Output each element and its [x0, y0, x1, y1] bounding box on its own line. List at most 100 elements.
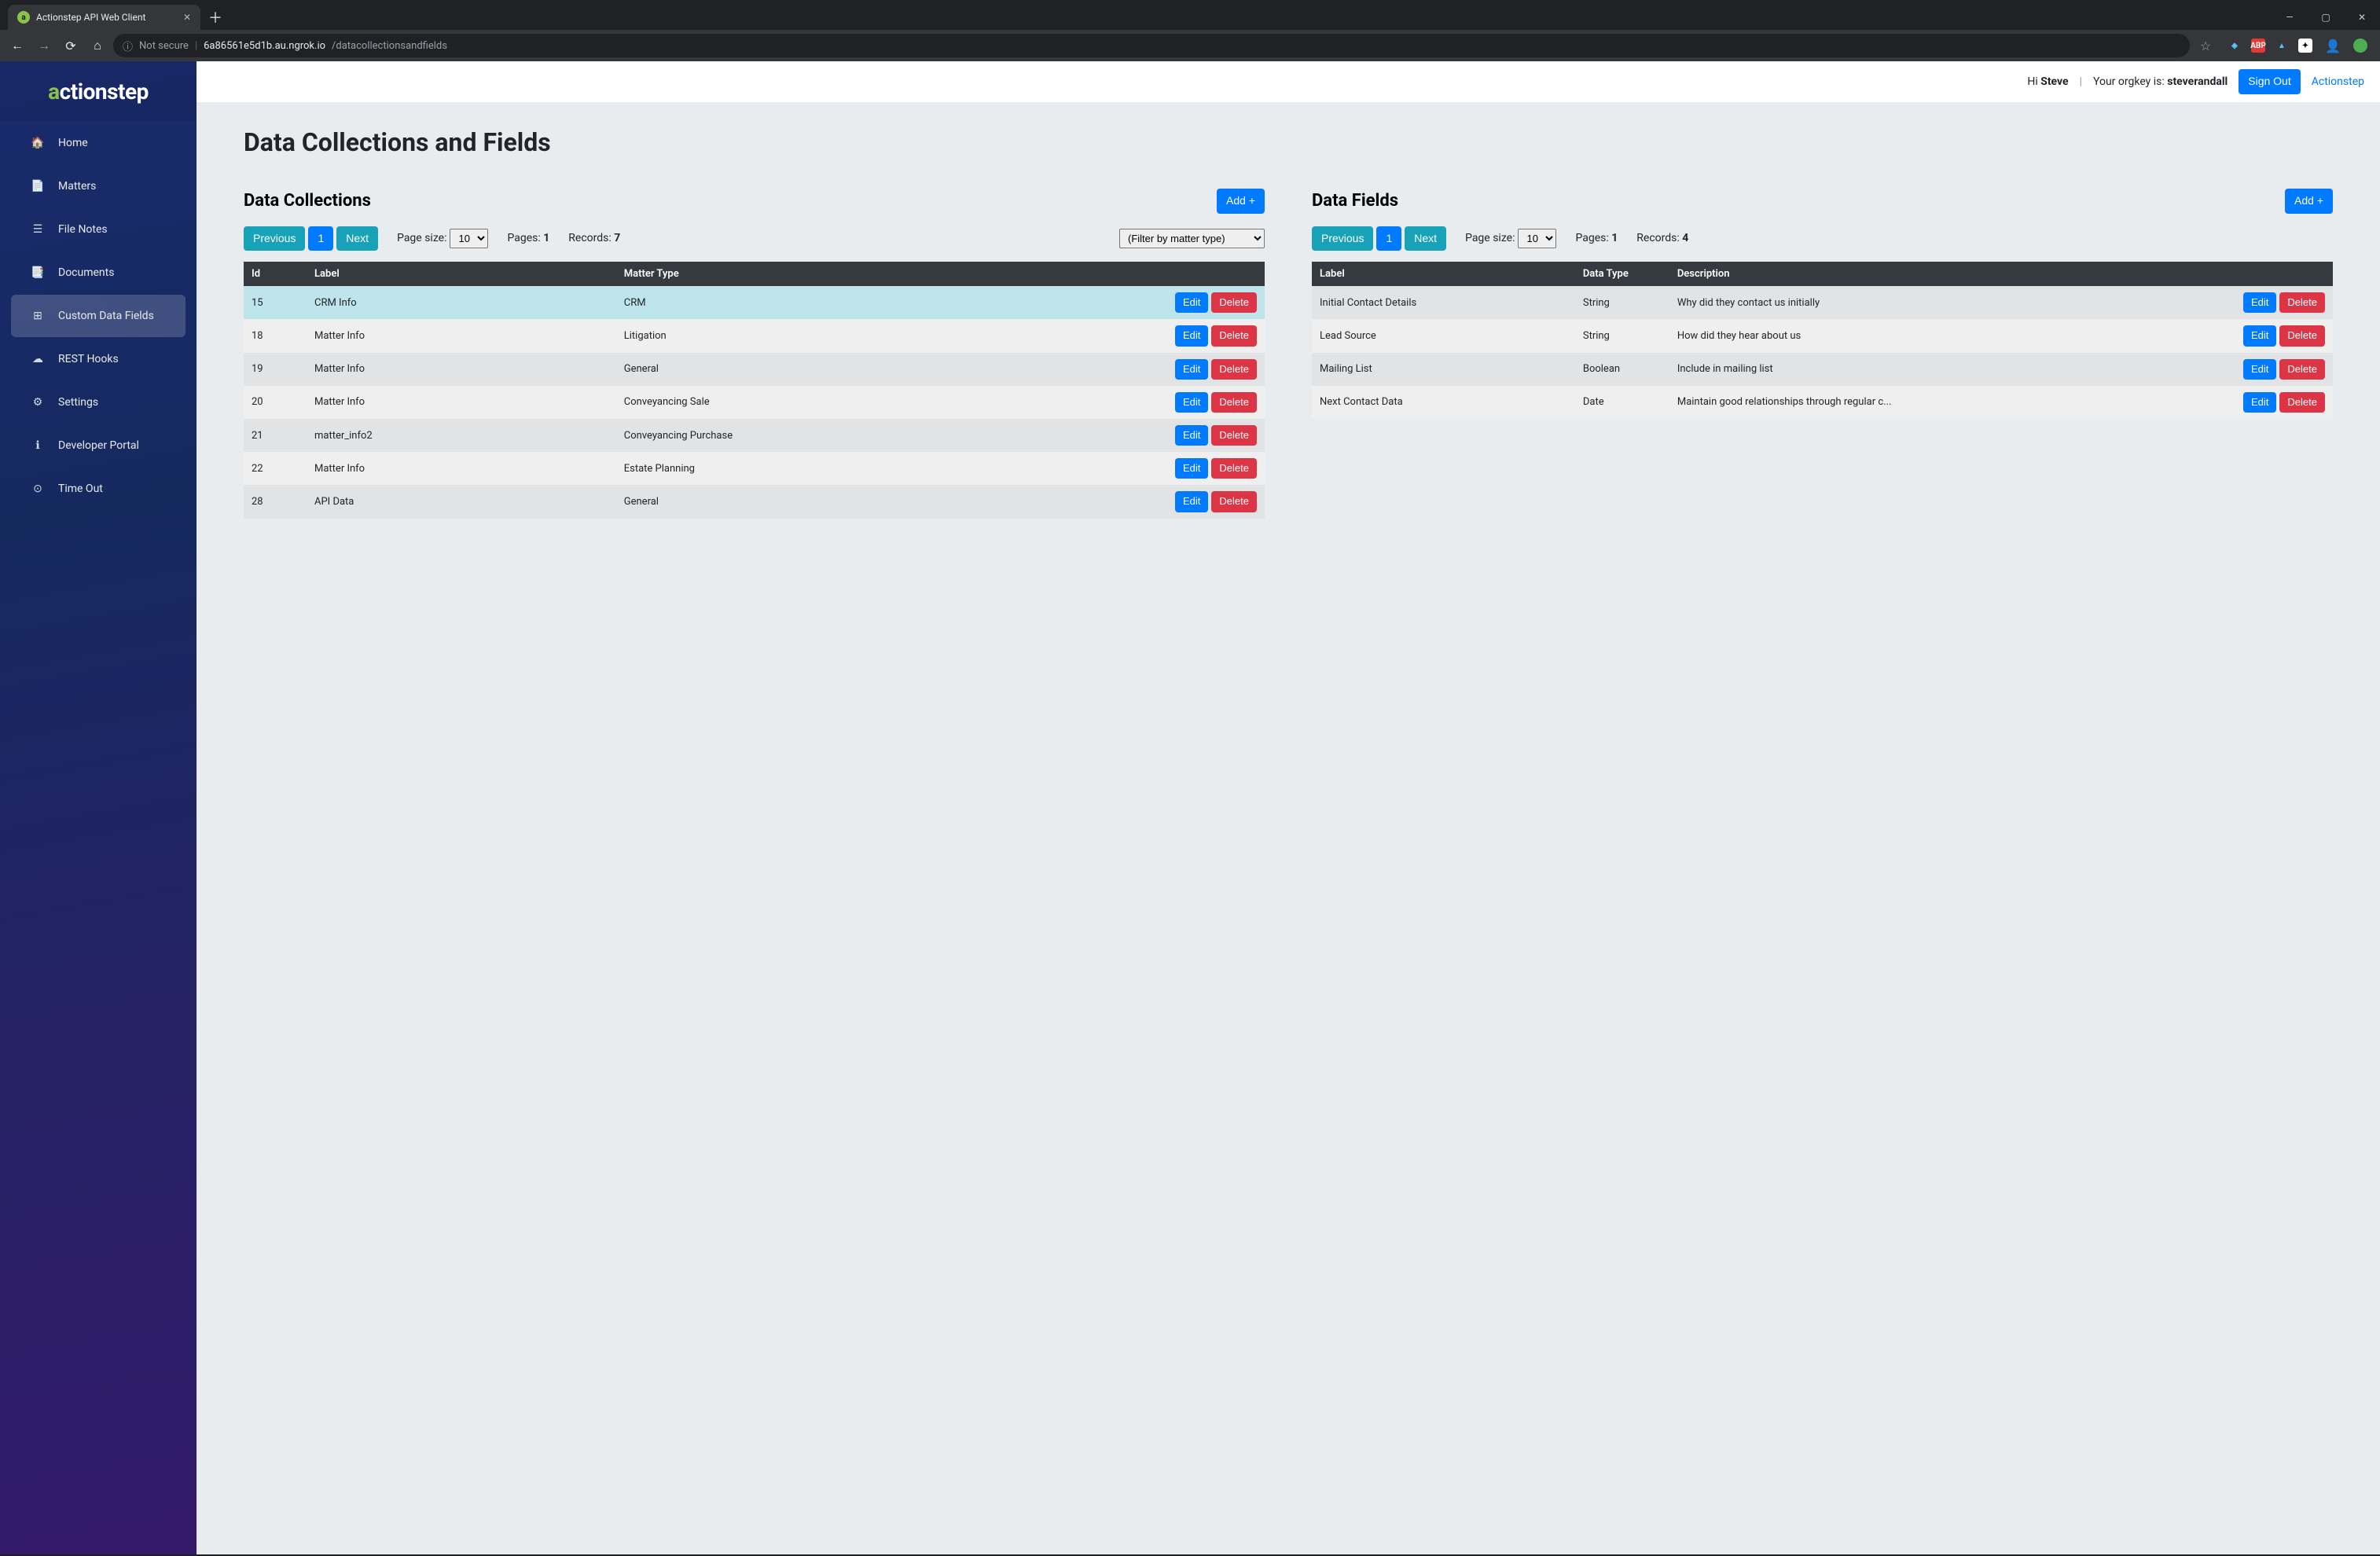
edit-button[interactable]: Edit: [2243, 292, 2276, 313]
delete-button[interactable]: Delete: [2279, 292, 2325, 313]
cell-id: 18: [244, 319, 307, 352]
table-row[interactable]: Next Contact DataDateMaintain good relat…: [1312, 386, 2333, 419]
edit-button[interactable]: Edit: [2243, 392, 2276, 413]
ext-badge-icon[interactable]: ▲: [2275, 39, 2289, 53]
delete-button[interactable]: Delete: [1211, 392, 1257, 413]
close-tab-icon[interactable]: ✕: [183, 12, 191, 23]
sidebar-item-label: File Notes: [58, 223, 108, 236]
back-button[interactable]: ←: [6, 35, 28, 57]
cell-id: 20: [244, 386, 307, 419]
minimize-button[interactable]: —: [2272, 5, 2308, 30]
collections-pagesize-select[interactable]: 10: [450, 229, 488, 248]
table-row[interactable]: Initial Contact DetailsStringWhy did the…: [1312, 286, 2333, 319]
edit-button[interactable]: Edit: [1175, 392, 1208, 413]
fields-add-button[interactable]: Add +: [2285, 189, 2333, 214]
cell-datatype: Boolean: [1575, 353, 1669, 386]
table-row[interactable]: 18Matter InfoLitigation EditDelete: [244, 319, 1265, 352]
collections-prev-button[interactable]: Previous: [244, 226, 305, 251]
sidebar-item-home[interactable]: 🏠Home: [11, 122, 185, 164]
signout-button[interactable]: Sign Out: [2239, 69, 2300, 94]
table-row[interactable]: 20Matter InfoConveyancing SaleEditDelete: [244, 386, 1265, 419]
delete-button[interactable]: Delete: [1211, 359, 1257, 380]
star-icon[interactable]: ☆: [2195, 35, 2217, 57]
ext-abp-icon[interactable]: ABP: [2251, 39, 2265, 53]
edit-button[interactable]: Edit: [1175, 458, 1208, 479]
cell-mattertype: CRM: [616, 286, 1139, 319]
browser-tab[interactable]: a Actionstep API Web Client ✕: [8, 5, 200, 30]
cell-label: Matter Info: [307, 452, 616, 485]
avatar-dot-icon[interactable]: [2353, 39, 2367, 53]
edit-button[interactable]: Edit: [1175, 292, 1208, 313]
delete-button[interactable]: Delete: [2279, 325, 2325, 346]
sidebar-item-matters[interactable]: 📄Matters: [11, 165, 185, 207]
window-controls: — ▢ ✕: [2272, 5, 2380, 30]
collections-add-button[interactable]: Add +: [1217, 189, 1265, 214]
delete-button[interactable]: Delete: [2279, 392, 2325, 413]
cell-mattertype: Conveyancing Purchase: [616, 419, 1139, 452]
sidebar-item-documents[interactable]: 📑Documents: [11, 251, 185, 294]
cell-mattertype: General: [616, 485, 1139, 518]
col-mattertype: Matter Type: [616, 262, 1139, 286]
sidebar-item-custom-data-fields[interactable]: ⊞Custom Data Fields: [11, 295, 185, 337]
cell-label: Matter Info: [307, 319, 616, 352]
collections-next-button[interactable]: Next: [336, 226, 378, 251]
cell-description: Why did they contact us initially: [1669, 286, 2207, 319]
table-row[interactable]: Mailing ListBooleanInclude in mailing li…: [1312, 353, 2333, 386]
edit-button[interactable]: Edit: [1175, 325, 1208, 346]
edit-button[interactable]: Edit: [1175, 491, 1208, 512]
delete-button[interactable]: Delete: [1211, 292, 1257, 313]
main-area: Hi Steve | Your orgkey is: steverandall …: [196, 61, 2380, 1554]
forward-button[interactable]: →: [33, 35, 55, 57]
table-row[interactable]: 21matter_info2Conveyancing PurchaseEditD…: [244, 419, 1265, 452]
collections-toolbar: Previous 1 Next Page size: 10 Pages: 1: [244, 226, 1265, 251]
sidebar-item-developer-portal[interactable]: ℹDeveloper Portal: [11, 424, 185, 467]
profile-icon[interactable]: 👤: [2322, 35, 2344, 57]
sidebar-item-time-out[interactable]: ⊙Time Out: [11, 468, 185, 510]
sidebar-item-label: REST Hooks: [58, 353, 119, 365]
delete-button[interactable]: Delete: [2279, 359, 2325, 380]
sidebar-item-rest-hooks[interactable]: ☁REST Hooks: [11, 338, 185, 380]
sidebar-item-settings[interactable]: ⚙Settings: [11, 381, 185, 424]
cell-mattertype: Litigation: [616, 319, 1139, 352]
table-row[interactable]: 15CRM InfoCRMEditDelete: [244, 286, 1265, 319]
fields-title: Data Fields: [1312, 191, 2285, 211]
cell-id: 22: [244, 452, 307, 485]
cell-label: API Data: [307, 485, 616, 518]
ext-diamond-icon[interactable]: ◈: [2228, 39, 2242, 53]
brand-link[interactable]: Actionstep: [2312, 75, 2364, 88]
fields-prev-button[interactable]: Previous: [1312, 226, 1373, 251]
table-row[interactable]: 28API DataGeneralEditDelete: [244, 485, 1265, 518]
fields-page-1[interactable]: 1: [1376, 226, 1401, 251]
fields-pagesize-select[interactable]: 10: [1518, 229, 1556, 248]
sidebar-item-file-notes[interactable]: ☰File Notes: [11, 208, 185, 251]
table-row[interactable]: 22Matter InfoEstate PlanningEditDelete: [244, 452, 1265, 485]
edit-button[interactable]: Edit: [2243, 359, 2276, 380]
close-window-button[interactable]: ✕: [2344, 5, 2380, 30]
collections-panel: Data Collections Add + Previous 1 Next P…: [244, 189, 1265, 519]
new-tab-button[interactable]: ＋: [200, 5, 230, 30]
delete-button[interactable]: Delete: [1211, 491, 1257, 512]
nav-icon: 🏠: [30, 137, 46, 149]
ext-square-icon[interactable]: ✦: [2298, 39, 2312, 53]
table-row[interactable]: 19Matter InfoGeneralEditDelete: [244, 353, 1265, 386]
collections-filter-select[interactable]: (Filter by matter type): [1119, 229, 1265, 248]
edit-button[interactable]: Edit: [2243, 325, 2276, 346]
edit-button[interactable]: Edit: [1175, 359, 1208, 380]
delete-button[interactable]: Delete: [1211, 325, 1257, 346]
greeting: Hi Steve: [2027, 75, 2068, 88]
delete-button[interactable]: Delete: [1211, 425, 1257, 446]
collections-page-1[interactable]: 1: [308, 226, 333, 251]
col-label-f: Label: [1312, 262, 1575, 286]
url-box[interactable]: ⓘ Not secure | 6a86561e5d1b.au.ngrok.io/…: [113, 34, 2190, 57]
address-bar: ← → ⟳ ⌂ ⓘ Not secure | 6a86561e5d1b.au.n…: [0, 30, 2380, 61]
reload-button[interactable]: ⟳: [60, 35, 82, 57]
edit-button[interactable]: Edit: [1175, 425, 1208, 446]
fields-next-button[interactable]: Next: [1405, 226, 1446, 251]
logo[interactable]: actionstep: [0, 61, 196, 121]
table-row[interactable]: Lead SourceStringHow did they hear about…: [1312, 319, 2333, 352]
home-button[interactable]: ⌂: [86, 35, 108, 57]
maximize-button[interactable]: ▢: [2308, 5, 2344, 30]
tab-title: Actionstep API Web Client: [36, 12, 145, 23]
col-label: Label: [307, 262, 616, 286]
delete-button[interactable]: Delete: [1211, 458, 1257, 479]
